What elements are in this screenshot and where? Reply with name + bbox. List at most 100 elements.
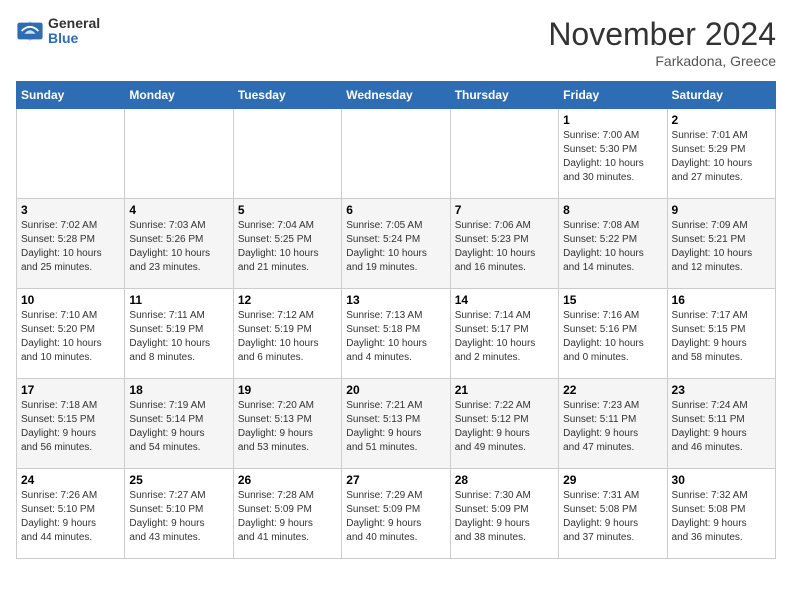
calendar-cell: 10 Sunrise: 7:10 AM Sunset: 5:20 PM Dayli… xyxy=(17,289,125,379)
page-header: General Blue November 2024 Farkadona, Gr… xyxy=(16,16,776,69)
day-info: Sunrise: 7:14 AM Sunset: 5:17 PM Dayligh… xyxy=(455,309,554,365)
day-number: 29 xyxy=(563,473,662,487)
day-info: Sunrise: 7:11 AM Sunset: 5:19 PM Dayligh… xyxy=(129,309,228,365)
calendar-week-row: 1 Sunrise: 7:00 AM Sunset: 5:30 PM Daylig… xyxy=(17,109,776,199)
calendar-cell: 18Sunrise: 7:19 AM Sunset: 5:14 PM Dayli… xyxy=(125,379,233,469)
calendar-cell: 20 Sunrise: 7:21 AM Sunset: 5:13 PM Dayli… xyxy=(342,379,450,469)
day-info: Sunrise: 7:26 AM Sunset: 5:10 PM Dayligh… xyxy=(21,489,120,545)
logo: General Blue xyxy=(16,16,100,47)
day-number: 6 xyxy=(346,203,445,217)
day-info: Sunrise: 7:29 AM Sunset: 5:09 PM Dayligh… xyxy=(346,489,445,545)
day-of-week-header: Sunday xyxy=(17,82,125,109)
calendar-cell: 16 Sunrise: 7:17 AM Sunset: 5:15 PM Dayli… xyxy=(667,289,775,379)
day-of-week-header: Monday xyxy=(125,82,233,109)
day-info: Sunrise: 7:08 AM Sunset: 5:22 PM Dayligh… xyxy=(563,219,662,275)
month-title: November 2024 xyxy=(548,16,776,53)
calendar-cell: 26 Sunrise: 7:28 AM Sunset: 5:09 PM Dayli… xyxy=(233,469,341,559)
calendar-cell xyxy=(342,109,450,199)
day-number: 5 xyxy=(238,203,337,217)
calendar-cell xyxy=(450,109,558,199)
day-number: 7 xyxy=(455,203,554,217)
location: Farkadona, Greece xyxy=(548,53,776,69)
calendar-cell: 24 Sunrise: 7:26 AM Sunset: 5:10 PM Dayli… xyxy=(17,469,125,559)
day-number: 26 xyxy=(238,473,337,487)
calendar-cell: 19Sunrise: 7:20 AM Sunset: 5:13 PM Dayli… xyxy=(233,379,341,469)
calendar-cell: 5 Sunrise: 7:04 AM Sunset: 5:25 PM Daylig… xyxy=(233,199,341,289)
calendar-cell: 8 Sunrise: 7:08 AM Sunset: 5:22 PM Daylig… xyxy=(559,199,667,289)
calendar-cell: 21Sunrise: 7:22 AM Sunset: 5:12 PM Dayli… xyxy=(450,379,558,469)
day-info: Sunrise: 7:01 AM Sunset: 5:29 PM Dayligh… xyxy=(672,129,771,185)
day-number: 1 xyxy=(563,113,662,127)
calendar-cell: 6 Sunrise: 7:05 AM Sunset: 5:24 PM Daylig… xyxy=(342,199,450,289)
day-number: 17 xyxy=(21,383,120,397)
day-info: Sunrise: 7:03 AM Sunset: 5:26 PM Dayligh… xyxy=(129,219,228,275)
day-info: Sunrise: 7:24 AM Sunset: 5:11 PM Dayligh… xyxy=(672,399,771,455)
calendar-cell: 4 Sunrise: 7:03 AM Sunset: 5:26 PM Daylig… xyxy=(125,199,233,289)
day-number: 16 xyxy=(672,293,771,307)
calendar-cell: 2 Sunrise: 7:01 AM Sunset: 5:29 PM Daylig… xyxy=(667,109,775,199)
calendar-week-row: 17 Sunrise: 7:18 AM Sunset: 5:15 PM Dayli… xyxy=(17,379,776,469)
calendar-header-row: SundayMondayTuesdayWednesdayThursdayFrid… xyxy=(17,82,776,109)
calendar-cell xyxy=(125,109,233,199)
day-info: Sunrise: 7:13 AM Sunset: 5:18 PM Dayligh… xyxy=(346,309,445,365)
calendar-cell: 12 Sunrise: 7:12 AM Sunset: 5:19 PM Dayli… xyxy=(233,289,341,379)
day-number: 3 xyxy=(21,203,120,217)
logo-blue: Blue xyxy=(48,31,100,46)
logo-general: General xyxy=(48,16,100,31)
calendar-cell xyxy=(17,109,125,199)
day-number: 15 xyxy=(563,293,662,307)
calendar-cell: 23 Sunrise: 7:24 AM Sunset: 5:11 PM Dayli… xyxy=(667,379,775,469)
day-number: 30 xyxy=(672,473,771,487)
day-info: Sunrise: 7:19 AM Sunset: 5:14 PM Dayligh… xyxy=(129,399,228,455)
day-info: Sunrise: 7:30 AM Sunset: 5:09 PM Dayligh… xyxy=(455,489,554,545)
day-number: 9 xyxy=(672,203,771,217)
calendar-cell: 14Sunrise: 7:14 AM Sunset: 5:17 PM Dayli… xyxy=(450,289,558,379)
logo-icon xyxy=(16,17,44,45)
day-info: Sunrise: 7:23 AM Sunset: 5:11 PM Dayligh… xyxy=(563,399,662,455)
day-number: 12 xyxy=(238,293,337,307)
day-info: Sunrise: 7:12 AM Sunset: 5:19 PM Dayligh… xyxy=(238,309,337,365)
day-number: 13 xyxy=(346,293,445,307)
calendar-week-row: 24 Sunrise: 7:26 AM Sunset: 5:10 PM Dayli… xyxy=(17,469,776,559)
day-number: 8 xyxy=(563,203,662,217)
calendar-week-row: 3 Sunrise: 7:02 AM Sunset: 5:28 PM Daylig… xyxy=(17,199,776,289)
day-of-week-header: Tuesday xyxy=(233,82,341,109)
day-of-week-header: Saturday xyxy=(667,82,775,109)
day-info: Sunrise: 7:31 AM Sunset: 5:08 PM Dayligh… xyxy=(563,489,662,545)
day-info: Sunrise: 7:06 AM Sunset: 5:23 PM Dayligh… xyxy=(455,219,554,275)
calendar-cell: 28Sunrise: 7:30 AM Sunset: 5:09 PM Dayli… xyxy=(450,469,558,559)
calendar-week-row: 10 Sunrise: 7:10 AM Sunset: 5:20 PM Dayli… xyxy=(17,289,776,379)
day-info: Sunrise: 7:20 AM Sunset: 5:13 PM Dayligh… xyxy=(238,399,337,455)
day-number: 20 xyxy=(346,383,445,397)
day-info: Sunrise: 7:18 AM Sunset: 5:15 PM Dayligh… xyxy=(21,399,120,455)
day-info: Sunrise: 7:28 AM Sunset: 5:09 PM Dayligh… xyxy=(238,489,337,545)
day-info: Sunrise: 7:17 AM Sunset: 5:15 PM Dayligh… xyxy=(672,309,771,365)
day-info: Sunrise: 7:21 AM Sunset: 5:13 PM Dayligh… xyxy=(346,399,445,455)
calendar-cell: 13 Sunrise: 7:13 AM Sunset: 5:18 PM Dayli… xyxy=(342,289,450,379)
calendar-table: SundayMondayTuesdayWednesdayThursdayFrid… xyxy=(16,81,776,559)
day-info: Sunrise: 7:00 AM Sunset: 5:30 PM Dayligh… xyxy=(563,129,662,185)
day-number: 22 xyxy=(563,383,662,397)
day-info: Sunrise: 7:22 AM Sunset: 5:12 PM Dayligh… xyxy=(455,399,554,455)
day-info: Sunrise: 7:02 AM Sunset: 5:28 PM Dayligh… xyxy=(21,219,120,275)
calendar-cell: 1 Sunrise: 7:00 AM Sunset: 5:30 PM Daylig… xyxy=(559,109,667,199)
title-area: November 2024 Farkadona, Greece xyxy=(548,16,776,69)
day-number: 4 xyxy=(129,203,228,217)
calendar-cell: 17 Sunrise: 7:18 AM Sunset: 5:15 PM Dayli… xyxy=(17,379,125,469)
day-info: Sunrise: 7:27 AM Sunset: 5:10 PM Dayligh… xyxy=(129,489,228,545)
day-number: 23 xyxy=(672,383,771,397)
day-number: 2 xyxy=(672,113,771,127)
day-of-week-header: Wednesday xyxy=(342,82,450,109)
calendar-cell xyxy=(233,109,341,199)
day-info: Sunrise: 7:09 AM Sunset: 5:21 PM Dayligh… xyxy=(672,219,771,275)
day-number: 10 xyxy=(21,293,120,307)
day-of-week-header: Thursday xyxy=(450,82,558,109)
calendar-cell: 7 Sunrise: 7:06 AM Sunset: 5:23 PM Daylig… xyxy=(450,199,558,289)
day-number: 11 xyxy=(129,293,228,307)
day-info: Sunrise: 7:32 AM Sunset: 5:08 PM Dayligh… xyxy=(672,489,771,545)
day-number: 25 xyxy=(129,473,228,487)
day-info: Sunrise: 7:05 AM Sunset: 5:24 PM Dayligh… xyxy=(346,219,445,275)
day-info: Sunrise: 7:04 AM Sunset: 5:25 PM Dayligh… xyxy=(238,219,337,275)
day-info: Sunrise: 7:10 AM Sunset: 5:20 PM Dayligh… xyxy=(21,309,120,365)
day-number: 24 xyxy=(21,473,120,487)
